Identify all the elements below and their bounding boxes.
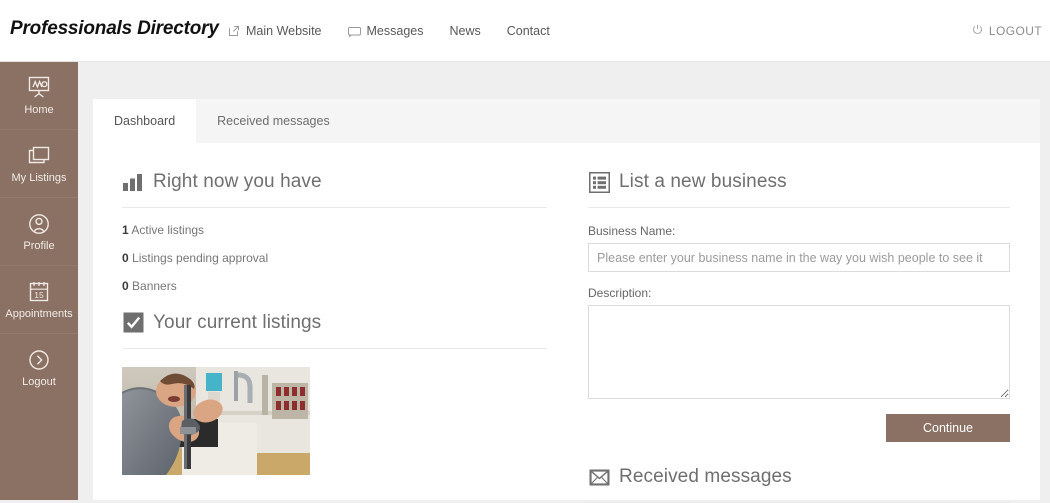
stat-count-pending-approval: 0 bbox=[122, 251, 129, 266]
stat-row-active-listings: 1 Active listings bbox=[122, 223, 547, 237]
tab-label-received-messages: Received messages bbox=[217, 114, 330, 128]
received-messages-section-title: Received messages bbox=[619, 466, 792, 487]
new-business-section-title: List a new business bbox=[619, 171, 787, 192]
envelope-filled-icon bbox=[588, 466, 610, 488]
main-content-area: Dashboard Received messages Right now yo… bbox=[93, 62, 1040, 503]
tab-dashboard[interactable]: Dashboard bbox=[93, 99, 197, 143]
nav-item-messages[interactable]: Messages bbox=[347, 24, 424, 38]
stats-list: 1 Active listings 0 Listings pending app… bbox=[122, 208, 547, 294]
sidebar-label-profile: Profile bbox=[23, 239, 55, 252]
listing-thumbnail-image bbox=[122, 366, 310, 475]
sidebar-item-my-listings[interactable]: My Listings bbox=[0, 130, 78, 198]
top-navigation: Main Website Messages News Contact bbox=[228, 24, 550, 38]
stat-count-active-listings: 1 bbox=[122, 223, 129, 237]
checkbox-checked-icon bbox=[122, 312, 144, 334]
sidebar-label-home: Home bbox=[24, 103, 54, 116]
stat-label-active-listings: Active listings bbox=[131, 223, 205, 237]
left-sidebar: Home My Listings Profile 15 Appointments… bbox=[0, 62, 78, 500]
sidebar-item-home[interactable]: Home bbox=[0, 62, 78, 130]
user-circle-icon bbox=[26, 212, 52, 236]
stacked-windows-icon bbox=[26, 144, 52, 168]
stats-section-header: Right now you have bbox=[122, 171, 547, 207]
sidebar-item-logout[interactable]: Logout bbox=[0, 334, 78, 402]
stat-label-banners: Banners bbox=[132, 279, 177, 294]
stats-section-title: Right now you have bbox=[153, 171, 322, 192]
list-icon bbox=[588, 171, 610, 193]
bar-chart-icon bbox=[122, 171, 144, 193]
nav-label-messages: Messages bbox=[366, 24, 424, 38]
left-column: Right now you have 1 Active listings 0 L… bbox=[93, 143, 575, 500]
tab-bar: Dashboard Received messages bbox=[93, 99, 1040, 143]
nav-label-main-website: Main Website bbox=[246, 24, 322, 38]
nav-label-news: News bbox=[449, 24, 481, 38]
site-logo[interactable]: Professionals Directory bbox=[10, 18, 219, 40]
stat-label-pending-approval: Listings pending approval bbox=[132, 251, 269, 266]
header-logout-label: LOGOUT bbox=[988, 24, 1042, 38]
svg-text:15: 15 bbox=[34, 289, 44, 299]
sidebar-item-appointments[interactable]: 15 Appointments bbox=[0, 266, 78, 334]
tab-label-dashboard: Dashboard bbox=[114, 114, 176, 128]
sidebar-label-logout: Logout bbox=[22, 376, 56, 388]
nav-item-main-website[interactable]: Main Website bbox=[228, 24, 322, 38]
right-column: List a new business Business Name: Descr… bbox=[575, 143, 1040, 503]
power-icon bbox=[972, 24, 983, 38]
tab-received-messages[interactable]: Received messages bbox=[196, 99, 351, 143]
stat-row-banners: 0 Banners bbox=[122, 280, 547, 293]
stat-count-banners: 0 bbox=[122, 279, 129, 294]
sidebar-label-my-listings: My Listings bbox=[11, 171, 67, 184]
calendar-15-icon: 15 bbox=[27, 280, 51, 304]
description-textarea[interactable] bbox=[588, 305, 1010, 399]
continue-button[interactable]: Continue bbox=[886, 414, 1010, 442]
new-business-section-header: List a new business bbox=[588, 171, 1010, 207]
dashboard-columns: Right now you have 1 Active listings 0 L… bbox=[93, 143, 1040, 503]
header-logout-button[interactable]: LOGOUT bbox=[972, 24, 1042, 38]
external-link-icon bbox=[228, 25, 240, 37]
sidebar-label-appointments: Appointments bbox=[5, 307, 73, 320]
received-messages-section-header: Received messages bbox=[588, 466, 1010, 502]
business-name-label: Business Name: bbox=[588, 224, 676, 238]
listings-section-header: Your current listings bbox=[122, 312, 547, 348]
nav-item-contact[interactable]: Contact bbox=[507, 24, 550, 38]
top-header-bar: Professionals Directory Main Website Mes… bbox=[0, 0, 1050, 62]
listings-section-title: Your current listings bbox=[153, 311, 322, 333]
listings-divider bbox=[122, 347, 547, 349]
business-name-input[interactable] bbox=[588, 243, 1010, 272]
presentation-board-icon bbox=[26, 76, 52, 100]
nav-label-contact: Contact bbox=[506, 24, 550, 38]
stat-row-pending-approval: 0 Listings pending approval bbox=[122, 252, 547, 265]
arrow-right-circle-icon bbox=[27, 348, 51, 372]
listing-thumbnail[interactable] bbox=[122, 366, 310, 475]
nav-item-news[interactable]: News bbox=[449, 24, 480, 38]
continue-button-row: Continue bbox=[588, 414, 1010, 442]
envelope-icon bbox=[347, 26, 361, 38]
sidebar-item-profile[interactable]: Profile bbox=[0, 198, 78, 266]
description-label: Description: bbox=[588, 286, 652, 300]
